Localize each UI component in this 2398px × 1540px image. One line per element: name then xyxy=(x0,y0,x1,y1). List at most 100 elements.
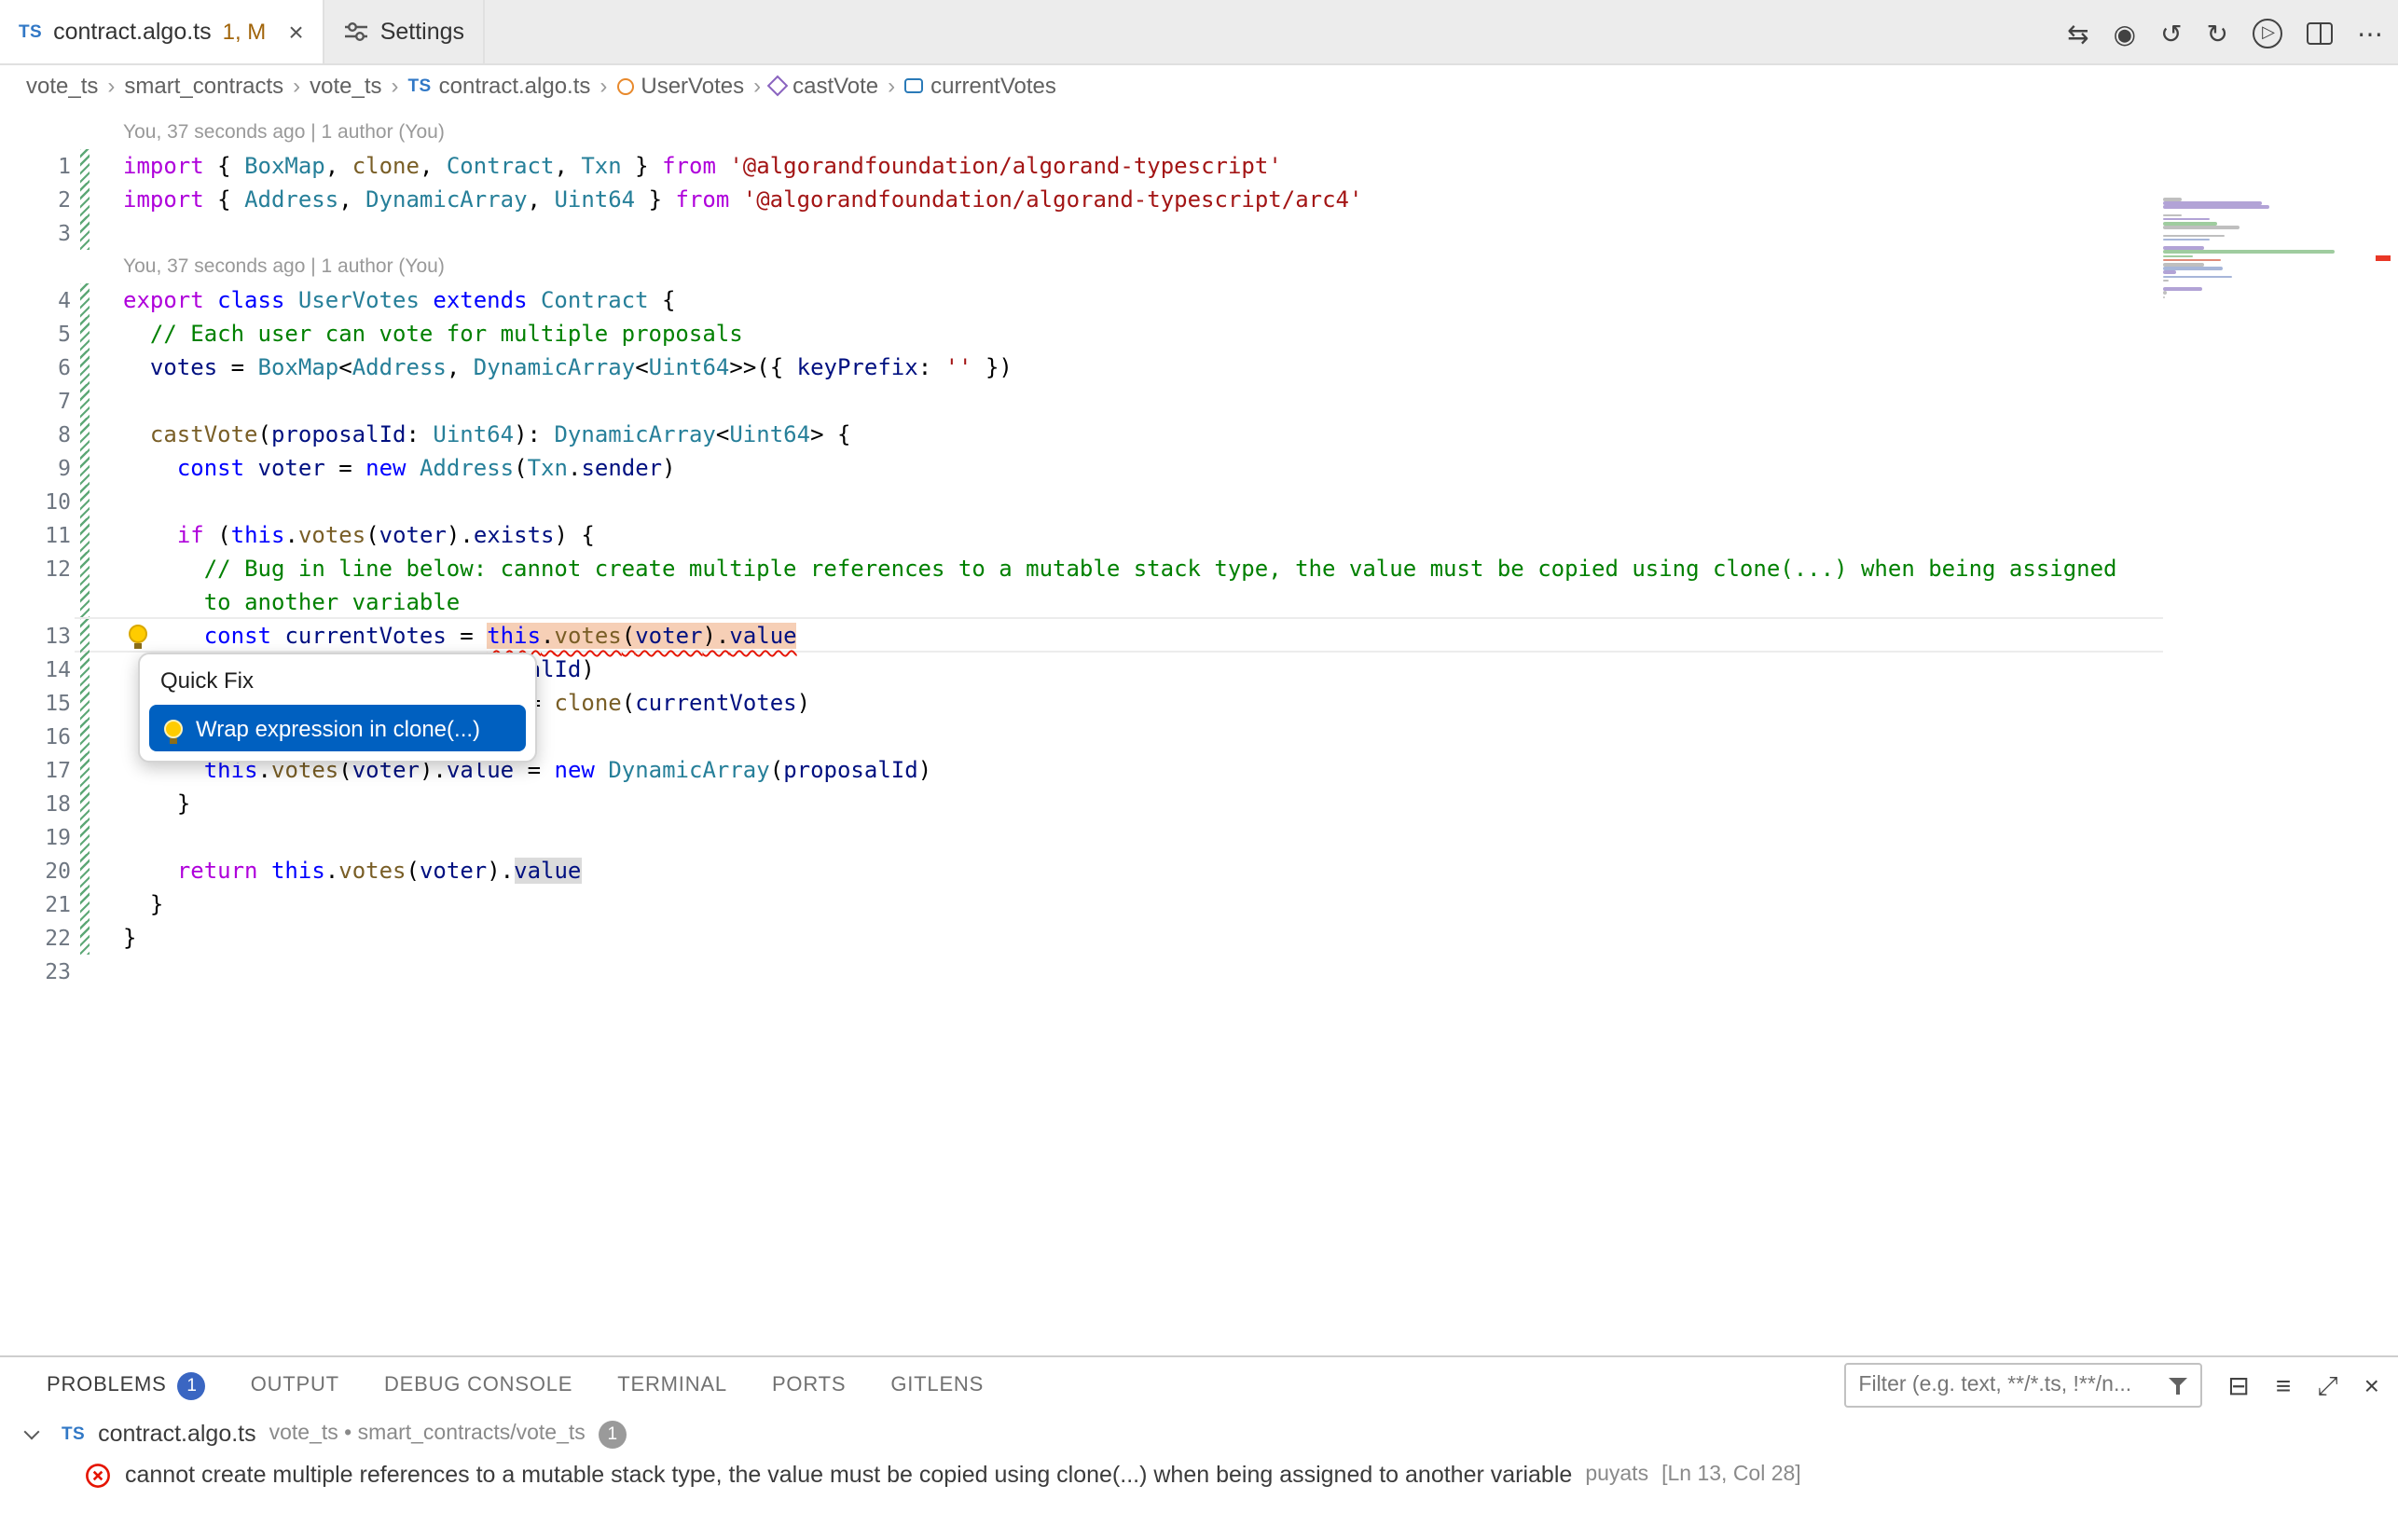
line-number[interactable]: 23 xyxy=(0,955,71,988)
split-editor-icon[interactable] xyxy=(2307,21,2333,44)
code-line-7[interactable]: 7 xyxy=(0,384,2163,418)
line-number[interactable]: 21 xyxy=(0,887,71,921)
line-number[interactable]: 3 xyxy=(0,216,71,250)
line-number[interactable]: 10 xyxy=(0,485,71,518)
breadcrumb-item[interactable]: smart_contracts xyxy=(124,73,283,99)
line-number[interactable]: 18 xyxy=(0,787,71,820)
git-added-gutter-indicator[interactable] xyxy=(80,820,90,854)
git-added-gutter-indicator[interactable] xyxy=(80,887,90,921)
line-number[interactable]: 12 xyxy=(0,552,71,585)
code-line-1[interactable]: 1import { BoxMap, clone, Contract, Txn }… xyxy=(0,149,2163,183)
git-added-gutter-indicator[interactable] xyxy=(80,921,90,955)
close-panel-icon[interactable]: × xyxy=(2364,1372,2379,1398)
previous-change-icon[interactable]: ↺ xyxy=(2160,20,2182,46)
filter-icon[interactable] xyxy=(2168,1377,2186,1394)
maximize-panel-icon[interactable]: ⤢ xyxy=(2317,1372,2337,1398)
panel-tab-terminal[interactable]: TERMINAL xyxy=(617,1374,727,1396)
git-added-gutter-indicator[interactable] xyxy=(80,485,90,518)
line-number[interactable]: 17 xyxy=(0,753,71,787)
view-as-table-icon[interactable]: ≡ xyxy=(2276,1372,2291,1398)
more-actions-icon[interactable]: ⋯ xyxy=(2357,20,2383,46)
problem-item-error[interactable]: cannot create multiple references to a m… xyxy=(0,1454,2398,1495)
git-added-gutter-indicator[interactable] xyxy=(80,619,90,653)
git-added-gutter-indicator[interactable] xyxy=(80,216,90,250)
code-line-3[interactable]: 3 xyxy=(0,216,2163,250)
git-added-gutter-indicator[interactable] xyxy=(80,451,90,485)
code-line-9[interactable]: 9 const voter = new Address(Txn.sender) xyxy=(0,451,2163,485)
git-added-gutter-indicator[interactable] xyxy=(80,149,90,183)
panel-tab-ports[interactable]: PORTS xyxy=(772,1374,846,1396)
code-line-11[interactable]: 11 if (this.votes(voter).exists) { xyxy=(0,518,2163,552)
code-line-22[interactable]: 22} xyxy=(0,921,2163,955)
panel-tab-debug-console[interactable]: DEBUG CONSOLE xyxy=(384,1374,572,1396)
git-added-gutter-indicator[interactable] xyxy=(80,418,90,451)
collapse-all-icon[interactable]: ⊟ xyxy=(2227,1372,2249,1398)
line-number[interactable]: 9 xyxy=(0,451,71,485)
line-number[interactable]: 8 xyxy=(0,418,71,451)
code-line-13[interactable]: 13 const currentVotes = this.votes(voter… xyxy=(0,619,2163,653)
line-number[interactable]: 13 xyxy=(0,619,71,653)
breadcrumb-item[interactable]: vote_ts xyxy=(310,73,381,99)
toggle-blame-icon[interactable]: ◉ xyxy=(2114,20,2136,46)
line-number[interactable]: 6 xyxy=(0,351,71,384)
line-number[interactable]: 2 xyxy=(0,183,71,216)
code-line-5[interactable]: 5 // Each user can vote for multiple pro… xyxy=(0,317,2163,351)
breadcrumb-item-method[interactable]: castVote xyxy=(770,73,878,99)
chevron-down-icon[interactable] xyxy=(24,1423,40,1439)
line-number[interactable]: 22 xyxy=(0,921,71,955)
code-line-10[interactable]: 10 xyxy=(0,485,2163,518)
code-line-23[interactable]: 23 xyxy=(0,955,2163,988)
breadcrumb-item[interactable]: vote_ts xyxy=(26,73,98,99)
minimap[interactable] xyxy=(2163,198,2342,304)
git-added-gutter-indicator[interactable] xyxy=(80,720,90,753)
line-number[interactable]: 19 xyxy=(0,820,71,854)
code-editor[interactable]: You, 37 seconds ago | 1 author (You)1imp… xyxy=(0,106,2398,1355)
line-number[interactable]: 16 xyxy=(0,720,71,753)
code-line-12[interactable]: 12 // Bug in line below: cannot create m… xyxy=(0,552,2163,585)
quick-fix-action-wrap-in-clone[interactable]: Wrap expression in clone(...) xyxy=(149,705,526,751)
line-number[interactable]: 11 xyxy=(0,518,71,552)
close-tab-icon[interactable]: × xyxy=(288,17,303,47)
code-line-21[interactable]: 21 } xyxy=(0,887,2163,921)
problems-filter-input[interactable] xyxy=(1858,1374,2157,1396)
line-number[interactable]: 1 xyxy=(0,149,71,183)
problems-file-row[interactable]: TS contract.algo.ts vote_ts • smart_cont… xyxy=(0,1413,2398,1454)
code-line-wrap[interactable]: to another variable xyxy=(0,585,2163,619)
breadcrumb-item-file[interactable]: TScontract.algo.ts xyxy=(408,73,591,99)
code-line-8[interactable]: 8 castVote(proposalId: Uint64): DynamicA… xyxy=(0,418,2163,451)
git-compare-icon[interactable]: ⇆ xyxy=(2067,20,2088,46)
git-added-gutter-indicator[interactable] xyxy=(80,183,90,216)
git-added-gutter-indicator[interactable] xyxy=(80,317,90,351)
git-added-gutter-indicator[interactable] xyxy=(80,518,90,552)
panel-tab-output[interactable]: OUTPUT xyxy=(251,1374,339,1396)
line-number[interactable]: 7 xyxy=(0,384,71,418)
line-number[interactable]: 15 xyxy=(0,686,71,720)
code-line-2[interactable]: 2import { Address, DynamicArray, Uint64 … xyxy=(0,183,2163,216)
line-number[interactable]: 4 xyxy=(0,283,71,317)
breadcrumb-item-variable[interactable]: currentVotes xyxy=(904,73,1056,99)
code-line-4[interactable]: 4export class UserVotes extends Contract… xyxy=(0,283,2163,317)
code-line-20[interactable]: 20 return this.votes(voter).value xyxy=(0,854,2163,887)
git-added-gutter-indicator[interactable] xyxy=(80,351,90,384)
git-added-gutter-indicator[interactable] xyxy=(80,552,90,585)
line-number[interactable]: 14 xyxy=(0,653,71,686)
git-added-gutter-indicator[interactable] xyxy=(80,787,90,820)
git-added-gutter-indicator[interactable] xyxy=(80,753,90,787)
tab-contract-algo-ts[interactable]: TS contract.algo.ts 1, M × xyxy=(0,0,324,63)
codelens-annotation[interactable]: You, 37 seconds ago | 1 author (You) xyxy=(0,116,2163,149)
git-added-gutter-indicator[interactable] xyxy=(80,283,90,317)
tab-settings[interactable]: Settings xyxy=(324,0,485,63)
line-number[interactable]: 5 xyxy=(0,317,71,351)
panel-tab-gitlens[interactable]: GITLENS xyxy=(890,1374,984,1396)
panel-tab-problems[interactable]: PROBLEMS1 xyxy=(47,1371,206,1399)
git-added-gutter-indicator[interactable] xyxy=(80,585,90,619)
codelens-annotation[interactable]: You, 37 seconds ago | 1 author (You) xyxy=(0,250,2163,283)
next-change-icon[interactable]: ↻ xyxy=(2207,20,2228,46)
code-line-18[interactable]: 18 } xyxy=(0,787,2163,820)
code-line-19[interactable]: 19 xyxy=(0,820,2163,854)
git-added-gutter-indicator[interactable] xyxy=(80,854,90,887)
breadcrumb-item-class[interactable]: UserVotes xyxy=(616,73,744,99)
line-number[interactable]: 20 xyxy=(0,854,71,887)
git-added-gutter-indicator[interactable] xyxy=(80,384,90,418)
code-line-6[interactable]: 6 votes = BoxMap<Address, DynamicArray<U… xyxy=(0,351,2163,384)
